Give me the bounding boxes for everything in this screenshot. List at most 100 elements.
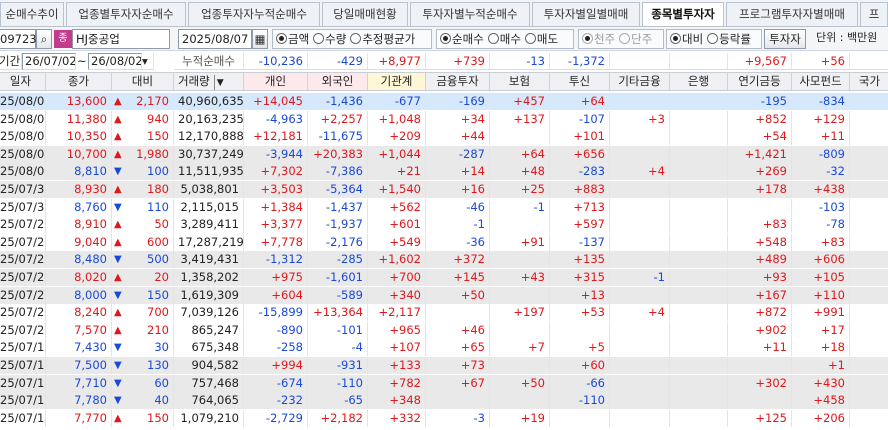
unit-options-radio-1[interactable]: 금액 <box>276 32 309 46</box>
table-row[interactable]: 25/08/018,810▼10011,511,935+7,302-7,386+… <box>0 163 888 181</box>
investor-button[interactable]: 투자자 <box>764 29 806 49</box>
col-close[interactable]: 종가 <box>46 73 112 90</box>
price-unit-options-radio-1[interactable]: 천주 <box>582 32 615 46</box>
col-financial[interactable]: 금융투자 <box>426 73 490 90</box>
cell-individual: -15,899 <box>244 304 308 322</box>
table-row[interactable]: 25/07/217,570▲ 210 865,247-890-101+965+46 +… <box>0 321 888 339</box>
cell-volume: 1,079,210 <box>174 409 244 427</box>
calendar-button[interactable]: ▦ <box>252 29 268 49</box>
cell-institution: +1,048 <box>368 110 426 128</box>
change-value: 40 <box>154 393 169 408</box>
tab-7[interactable]: 종목별투자자 <box>642 2 724 26</box>
cell-pension: +302 <box>728 374 792 392</box>
table-row[interactable]: 25/07/157,780▼ 40 764,065-232-65+348 -110 +4… <box>0 392 888 410</box>
cell-individual: +1,384 <box>244 198 308 216</box>
trade-options-radio-3[interactable]: 매도 <box>524 32 558 46</box>
code-search-button[interactable]: ⌕ <box>36 29 52 49</box>
table-row[interactable]: 25/07/238,000▼ 150 1,619,309+604-589+340+5… <box>0 286 888 304</box>
table-row[interactable]: 25/08/0410,700▲ 1,980 30,737,249-3,944+20,… <box>0 145 888 163</box>
cell-close: 8,020 <box>46 269 112 286</box>
table-row[interactable]: 25/08/0713,600▲ 2,170 40,960,635+14,045-1,… <box>0 93 888 110</box>
stock-name-field[interactable]: HJ중공업 <box>72 29 170 49</box>
col-institution[interactable]: 기관계 <box>368 73 426 90</box>
cell-date: 25/08/07 <box>0 93 46 110</box>
change-value: 150 <box>147 129 169 144</box>
cell-change: ▲ 180 <box>112 181 174 198</box>
table-row[interactable]: 25/08/0510,350▲ 150 12,170,888+12,181-11,6… <box>0 128 888 146</box>
col-insurance[interactable]: 보험 <box>490 73 550 90</box>
radio-icon <box>619 33 631 44</box>
compare-options-radio-2[interactable]: 등락률 <box>707 32 751 46</box>
col-volume[interactable]: 거래량 ▼ <box>174 73 244 90</box>
down-arrow-icon: ▼ <box>114 395 122 407</box>
radio-icon <box>440 33 451 44</box>
change-value: 150 <box>147 287 169 302</box>
cell-trust: +597 <box>550 216 610 234</box>
table-row[interactable]: 25/07/298,910▲ 50 3,289,411+3,377-1,937+60… <box>0 216 888 234</box>
table-row[interactable]: 25/07/248,020▲201,358,202+975-1,601+700+… <box>0 269 888 286</box>
cell-other-fin <box>610 374 670 392</box>
change-value: 500 <box>147 252 169 267</box>
table-row[interactable]: 25/07/289,040▲60017,287,219+7,778-2,176+… <box>0 233 888 251</box>
unit-options-radio-3[interactable]: 추정평균가 <box>350 32 415 46</box>
tab-4[interactable]: 당일매매현황 <box>322 2 408 26</box>
table-row[interactable]: 25/07/167,710▼ 60 757,468-674-110+782+67+5… <box>0 374 888 392</box>
col-change[interactable]: 대비 <box>112 73 174 90</box>
cell-change: ▼ 40 <box>112 392 174 410</box>
stock-code-input[interactable]: 097230 <box>0 29 44 49</box>
tab-2[interactable]: 업종별투자자순매수 <box>66 2 186 26</box>
col-nation[interactable]: 국가 <box>850 73 888 90</box>
cell-change: ▲ 1,980 <box>112 145 174 163</box>
cell-change: ▼ 130 <box>112 357 174 374</box>
table-row[interactable]: 25/07/258,480▼ 500 3,419,431-1,312-285+1,6… <box>0 251 888 269</box>
column-sort-icon[interactable]: ▼ <box>213 75 224 90</box>
table-row[interactable]: 25/07/187,430▼ 30 675,348-258-4+107+65+7+5… <box>0 339 888 357</box>
col-bank[interactable]: 은행 <box>670 73 728 90</box>
cell-date: 25/07/15 <box>0 392 46 410</box>
cell-bank <box>670 357 728 374</box>
col-pension[interactable]: 연기금등 <box>728 73 792 90</box>
change-value: 100 <box>147 164 169 179</box>
period-from-input[interactable]: 26/07/02 <box>22 53 76 70</box>
tab-8[interactable]: 프로그램투자자별매매 <box>726 2 858 26</box>
col-foreign[interactable]: 외국인 <box>308 73 368 90</box>
cell-volume: 7,039,126 <box>174 304 244 322</box>
trade-options-radio-2[interactable]: 매수 <box>487 32 521 46</box>
unit-options-radio-2[interactable]: 수량 <box>313 32 346 46</box>
cell-volume: 1,358,202 <box>174 269 244 286</box>
period-to-input[interactable]: 26/08/02 <box>88 53 142 70</box>
compare-options-radio-1[interactable]: 대비 <box>670 32 703 46</box>
tab-3[interactable]: 업종투자자누적순매수 <box>188 2 320 26</box>
cell-insurance: +197 <box>490 304 550 322</box>
tab-1[interactable]: 순매수추이 <box>0 2 64 26</box>
table-row[interactable]: 25/07/147,770▲ 150 1,079,210-2,729+2,182+3… <box>0 409 888 427</box>
cell-financial: +46 <box>426 321 490 339</box>
col-other-fin[interactable]: 기타금융 <box>610 73 670 90</box>
cell-change: ▲ 600 <box>112 233 174 251</box>
table-row[interactable]: 25/07/177,500▼ 130 904,582+994-931+133+73 +… <box>0 357 888 374</box>
cell-close: 7,570 <box>46 321 112 339</box>
col-private-fund[interactable]: 사모펀드 <box>792 73 850 90</box>
cell-volume: 2,115,015 <box>174 198 244 216</box>
col-trust[interactable]: 투신 <box>550 73 610 90</box>
cell-foreign: -65 <box>308 392 368 410</box>
period-dropdown[interactable]: ▾ <box>142 53 154 70</box>
cell-other-fin <box>610 93 670 110</box>
tab-9[interactable]: 프 <box>860 2 888 26</box>
col-individual[interactable]: 개인 <box>244 73 308 90</box>
cell-individual: +994 <box>244 357 308 374</box>
cell-volume: 865,247 <box>174 321 244 339</box>
table-row[interactable]: 25/07/228,240▲ 700 7,039,126-15,899+13,364… <box>0 304 888 322</box>
tab-6[interactable]: 투자자별일별매매 <box>532 2 640 26</box>
table-row[interactable]: 25/07/308,760▼ 110 2,115,015+1,384-1,437+5… <box>0 198 888 216</box>
date-input[interactable]: 2025/08/07 <box>178 29 252 49</box>
col-date[interactable]: 일자 <box>0 73 46 90</box>
tab-5[interactable]: 투자자별누적순매수 <box>410 2 530 26</box>
cell-nation <box>850 410 888 427</box>
trade-options-radio-1[interactable]: 순매수 <box>440 32 484 46</box>
price-unit-options-radio-2[interactable]: 단주 <box>619 32 652 46</box>
cell-nation <box>850 234 888 251</box>
table-row[interactable]: 25/07/318,930▲1805,038,801+3,503-5,364+1… <box>0 181 888 198</box>
table-row[interactable]: 25/08/0611,380▲ 940 20,163,235-4,963+2,257… <box>0 110 888 128</box>
radio-icon <box>670 33 681 44</box>
